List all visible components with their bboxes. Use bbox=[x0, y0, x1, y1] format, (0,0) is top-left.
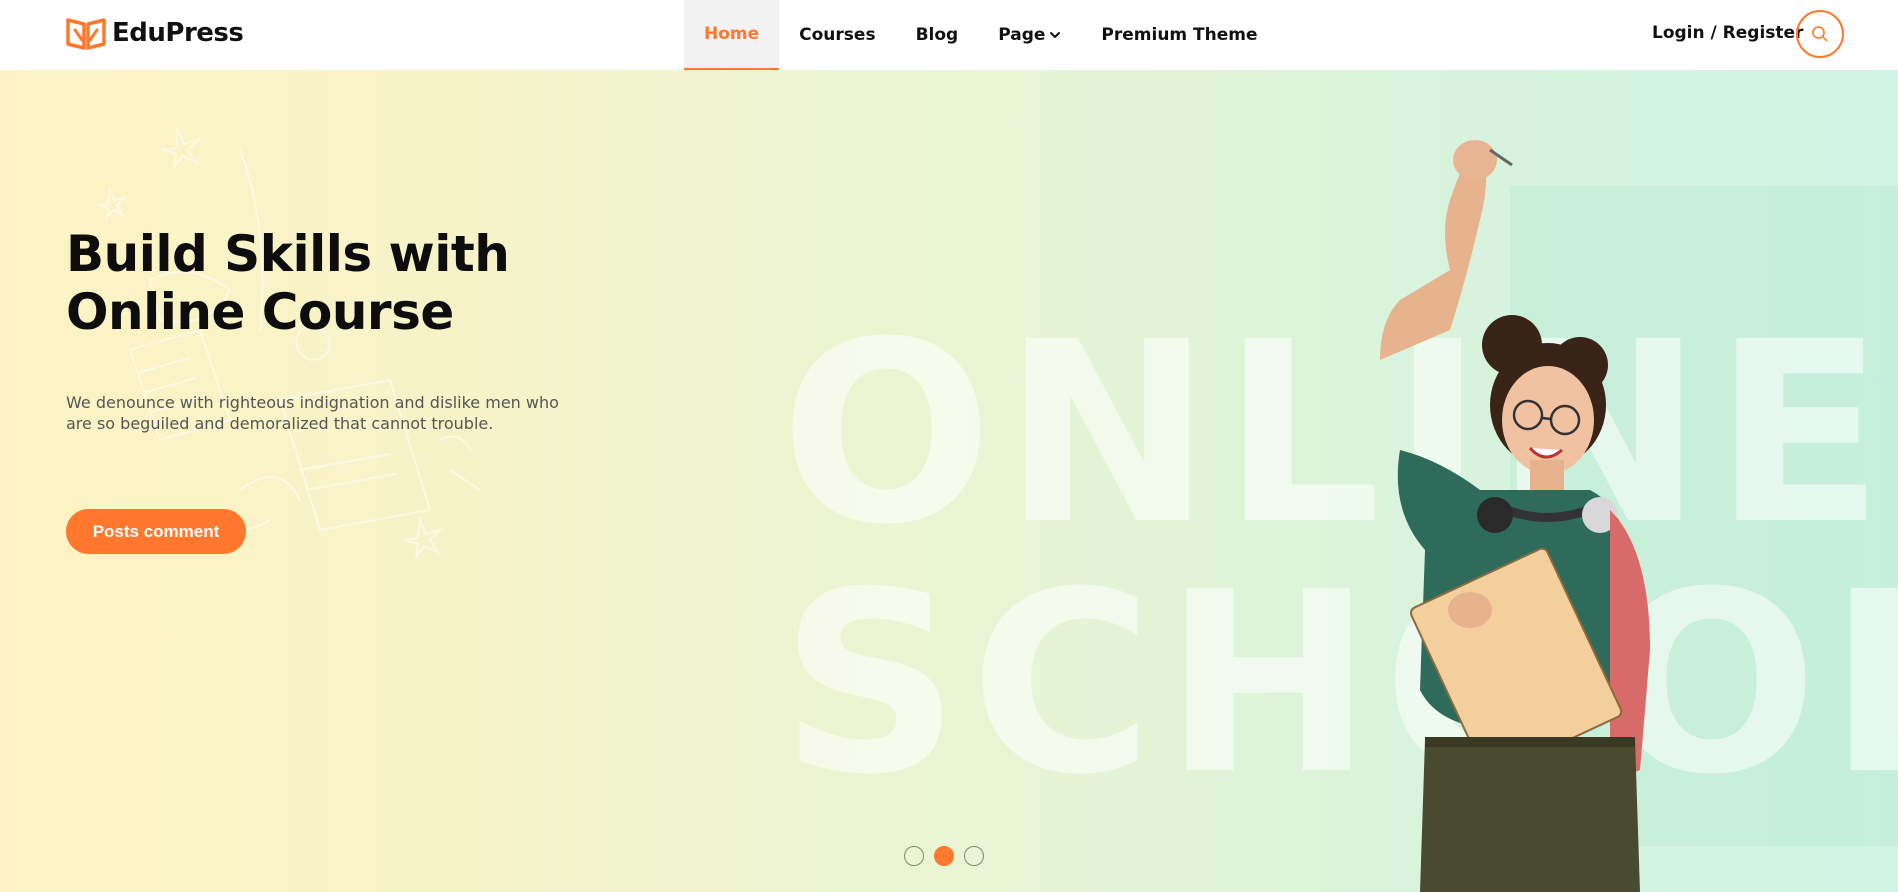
nav-item-label: Courses bbox=[799, 25, 876, 45]
posts-comment-button[interactable]: Posts comment bbox=[66, 509, 246, 554]
chevron-down-icon bbox=[1050, 32, 1061, 38]
student-photo bbox=[1380, 140, 1650, 892]
nav-item-page[interactable]: Page bbox=[978, 0, 1081, 70]
nav-item-premium-theme[interactable]: Premium Theme bbox=[1081, 0, 1277, 70]
nav-item-home[interactable]: Home bbox=[684, 0, 780, 70]
slider-dot-3[interactable] bbox=[964, 846, 984, 866]
nav-item-courses[interactable]: Courses bbox=[779, 0, 895, 70]
nav-item-blog[interactable]: Blog bbox=[896, 0, 979, 70]
search-button[interactable] bbox=[1796, 10, 1844, 58]
nav-item-label: Premium Theme bbox=[1101, 25, 1258, 45]
search-icon bbox=[1812, 26, 1828, 42]
hero-title: Build Skills with Online Course bbox=[66, 225, 686, 341]
site-header: EduPress Home Courses Blog Page Premium … bbox=[0, 0, 1898, 70]
main-nav: Home Courses Blog Page Premium Theme bbox=[684, 0, 1278, 70]
slider-pagination bbox=[904, 846, 984, 866]
hero-slider: ONLINE SCHOOL Build Skills with Online C… bbox=[0, 70, 1898, 892]
hero-title-line2: Online Course bbox=[66, 283, 454, 341]
brand-logo[interactable]: EduPress bbox=[66, 16, 244, 50]
slider-dot-2[interactable] bbox=[934, 846, 954, 866]
hero-description: We denounce with righteous indignation a… bbox=[66, 393, 559, 433]
slider-dot-1[interactable] bbox=[904, 846, 924, 866]
open-book-logo-icon bbox=[66, 18, 106, 50]
login-register-link[interactable]: Login / Register bbox=[1652, 23, 1803, 43]
hero-title-line1: Build Skills with bbox=[66, 225, 510, 283]
brand-name: EduPress bbox=[112, 18, 244, 48]
nav-item-label: Blog bbox=[915, 25, 959, 45]
nav-item-label: Home bbox=[704, 24, 760, 44]
nav-item-label: Page bbox=[998, 25, 1046, 45]
